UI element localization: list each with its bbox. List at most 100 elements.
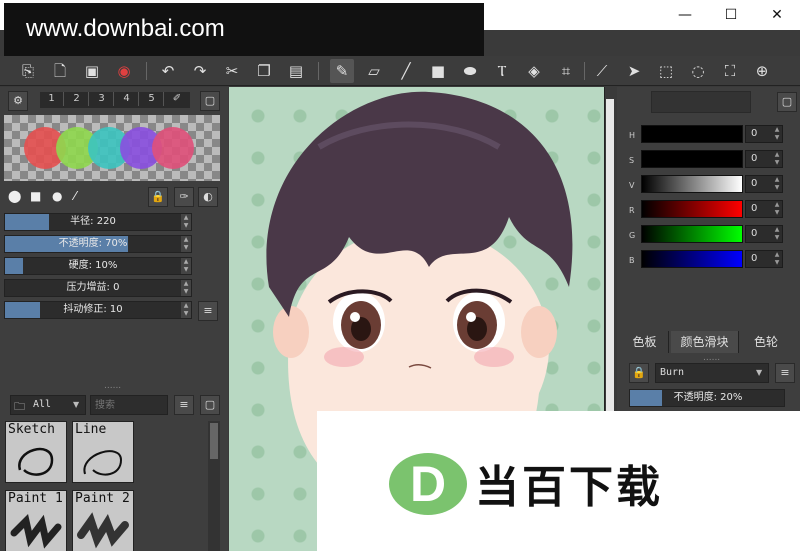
ellipse-tool-icon[interactable]: ⬬: [458, 59, 482, 83]
scrollbar-thumb[interactable]: [606, 99, 614, 459]
ad-banner[interactable]: D 当百下载: [317, 411, 800, 551]
color-swatch-strip[interactable]: [4, 115, 220, 181]
undo-icon[interactable]: ↶: [156, 59, 180, 83]
brush-slot-tab[interactable]: 1: [40, 92, 64, 106]
maximize-button[interactable]: ☐: [708, 0, 754, 30]
brush-list-menu-icon[interactable]: ≡: [174, 395, 194, 415]
brush-tool-icon[interactable]: ✎: [330, 59, 354, 83]
round-brush-shape-icon[interactable]: ⬤: [8, 189, 21, 203]
brush-preset-name: Paint 1: [8, 491, 63, 506]
cut-icon[interactable]: ✂: [220, 59, 244, 83]
crop-tool-icon[interactable]: ⌗: [554, 59, 578, 83]
spin-arrows-icon[interactable]: ▲ ▼: [181, 302, 191, 318]
spin-arrows-icon[interactable]: ▲ ▼: [773, 126, 781, 142]
spin-arrows-icon[interactable]: ▲ ▼: [773, 226, 781, 242]
panel-popout-icon[interactable]: ▢: [200, 91, 220, 111]
eyedropper-tool-icon[interactable]: ⟋: [590, 59, 614, 83]
lasso-select-icon[interactable]: ◌: [686, 59, 710, 83]
brush-filter-dropdown[interactable]: 🗀 All ▼: [10, 395, 86, 415]
tab-color-wheel[interactable]: 色轮: [741, 331, 791, 353]
spin-arrows-icon[interactable]: ▲ ▼: [773, 251, 781, 267]
redo-icon[interactable]: ↷: [188, 59, 212, 83]
spin-arrows-icon[interactable]: ▲ ▼: [773, 201, 781, 217]
brush-search-input[interactable]: [90, 395, 168, 415]
open-file-icon[interactable]: 🗋: [48, 59, 72, 83]
brush-pen-icon[interactable]: ⁄: [74, 189, 76, 203]
rectangle-tool-icon[interactable]: ■: [426, 59, 450, 83]
text-tool-icon[interactable]: Ⲧ: [490, 59, 514, 83]
channel-label-h: H: [629, 131, 636, 140]
save-icon[interactable]: ▣: [80, 59, 104, 83]
brush-preset-paint-1[interactable]: Paint 1: [5, 490, 67, 551]
folder-icon: 🗀: [14, 400, 25, 413]
slider-label: 抖动修正: 10: [63, 304, 123, 315]
transform-icon[interactable]: ⛶: [718, 59, 742, 83]
brush-preset-sketch[interactable]: Sketch: [5, 421, 67, 483]
close-button[interactable]: ✕: [754, 0, 800, 30]
spin-arrows-icon[interactable]: ▲ ▼: [181, 280, 191, 296]
blue-slider[interactable]: [641, 250, 743, 268]
spin-arrows-icon[interactable]: ▲ ▼: [773, 176, 781, 192]
line-tool-icon[interactable]: ╱: [394, 59, 418, 83]
settings-icon[interactable]: ⚙: [8, 91, 28, 111]
fill-tool-icon[interactable]: ◈: [522, 59, 546, 83]
value-slider[interactable]: [641, 175, 743, 193]
soft-brush-shape-icon[interactable]: ●: [52, 189, 62, 203]
spin-arrows-icon[interactable]: ▲ ▼: [181, 236, 191, 252]
color-swatch-pink[interactable]: [152, 127, 194, 169]
eraser-tool-icon[interactable]: ▱: [362, 59, 386, 83]
green-slider[interactable]: [641, 225, 743, 243]
square-brush-shape-icon[interactable]: ■: [30, 189, 41, 203]
chevron-down-icon: ▼: [73, 400, 80, 409]
blend-mode-dropdown[interactable]: Burn ▼: [655, 363, 769, 383]
stabilizer-slider[interactable]: 抖动修正: 10 ▲ ▼: [4, 301, 192, 319]
lock-icon[interactable]: 🔒: [148, 187, 168, 207]
layer-lock-icon[interactable]: 🔒: [629, 363, 649, 383]
brush-preset-paint-2[interactable]: Paint 2: [72, 490, 134, 551]
app-window: — ☐ ✕ www.downbai.com ⎘ 🗋 ▣ ◉ ↶ ↷ ✂ ❐ ▤ …: [0, 0, 800, 551]
record-icon[interactable]: ◉: [112, 59, 136, 83]
brush-list-scrollbar[interactable]: [208, 421, 220, 551]
brush-slot-tab[interactable]: 3: [90, 92, 114, 106]
brush-preset-line[interactable]: Line: [72, 421, 134, 483]
radius-slider[interactable]: 半径: 220 ▲ ▼: [4, 213, 192, 231]
tab-color-sliders[interactable]: 颜色滑块: [671, 331, 739, 353]
copy-icon[interactable]: ❐: [252, 59, 276, 83]
tab-swatches[interactable]: 色板: [621, 331, 669, 353]
eraser-mode-icon[interactable]: ◐: [198, 187, 218, 207]
rect-select-icon[interactable]: ⬚: [654, 59, 678, 83]
toolbar-separator: [146, 62, 147, 80]
opacity-slider[interactable]: 不透明度: 70% ▲ ▼: [4, 235, 192, 253]
color-panel-popout-icon[interactable]: ▢: [777, 92, 797, 112]
hue-slider[interactable]: [641, 125, 743, 143]
panel-splitter-icon[interactable]: ......: [104, 381, 121, 391]
brush-slot-tab[interactable]: 5: [140, 92, 164, 106]
menu-icon[interactable]: ≡: [198, 301, 218, 321]
hardness-slider[interactable]: 硬度: 10% ▲ ▼: [4, 257, 192, 275]
red-slider[interactable]: [641, 200, 743, 218]
spin-arrows-icon[interactable]: ▲ ▼: [181, 258, 191, 274]
brush-slot-tab[interactable]: 2: [65, 92, 89, 106]
layer-opacity-slider[interactable]: 不透明度: 20%: [629, 389, 785, 407]
minimize-button[interactable]: —: [662, 0, 708, 30]
paint-stroke-icon: [77, 512, 129, 549]
spin-arrows-icon[interactable]: ▲ ▼: [773, 151, 781, 167]
brush-panel-popout-icon[interactable]: ▢: [200, 395, 220, 415]
panel-splitter-icon[interactable]: ......: [703, 353, 720, 363]
brush-filter-value: All: [33, 399, 52, 410]
layer-menu-icon[interactable]: ≡: [775, 363, 795, 383]
current-color-preview[interactable]: [651, 91, 751, 113]
channel-label-v: V: [629, 181, 635, 190]
brush-mode-icon[interactable]: ✑: [174, 187, 194, 207]
saturation-slider[interactable]: [641, 150, 743, 168]
eraser-slot-icon[interactable]: ✐: [165, 92, 189, 106]
new-file-icon[interactable]: ⎘: [16, 59, 40, 83]
zoom-icon[interactable]: ⊕: [750, 59, 774, 83]
pressure-gain-slider[interactable]: 压力增益: 0 ▲ ▼: [4, 279, 192, 297]
spin-arrows-icon[interactable]: ▲ ▼: [181, 214, 191, 230]
move-tool-icon[interactable]: ➤: [622, 59, 646, 83]
brush-slot-tab[interactable]: 4: [115, 92, 139, 106]
paste-icon[interactable]: ▤: [284, 59, 308, 83]
slider-label: 不透明度: 20%: [673, 392, 743, 403]
scrollbar-thumb[interactable]: [210, 423, 218, 459]
